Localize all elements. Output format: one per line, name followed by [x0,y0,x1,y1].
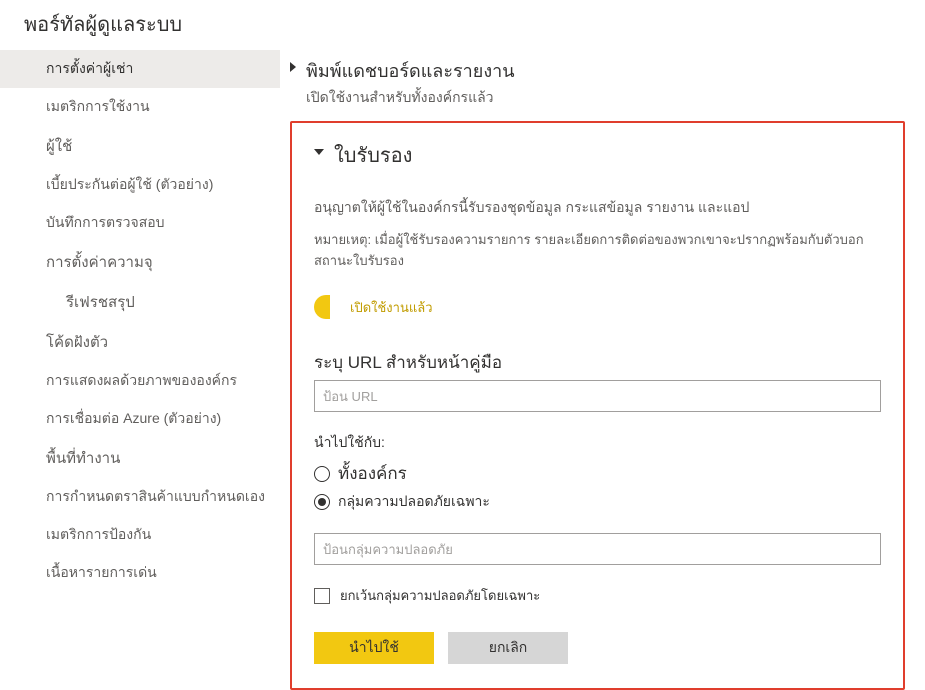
sidebar-item-embed-codes[interactable]: โค้ดฝังตัว [0,322,280,362]
sidebar-item-usage-metrics[interactable]: เมตริกการใช้งาน [0,88,280,126]
sidebar-item-azure-connections[interactable]: การเชื่อมต่อ Azure (ตัวอย่าง) [0,400,280,438]
enabled-toggle[interactable] [314,295,338,319]
exclude-checkbox-label: ยกเว้นกลุ่มความปลอดภัยโดยเฉพาะ [340,585,540,606]
radio-specific-groups-row[interactable]: กลุ่มความปลอดภัยเฉพาะ [314,491,881,513]
certification-panel: ใบรับรอง อนุญาตให้ผู้ใช้ในองค์กรนี้รับรอ… [290,121,905,690]
enabled-toggle-label: เปิดใช้งานแล้ว [350,297,433,318]
section-certification[interactable]: ใบรับรอง [314,123,881,197]
section-title: พิมพ์แดชบอร์ดและรายงาน [306,56,515,85]
sidebar-item-featured-content[interactable]: เนื้อหารายการเด่น [0,554,280,592]
note-label: หมายเหตุ: [314,232,371,247]
url-field-label: ระบุ URL สำหรับหน้าคู่มือ [314,349,881,376]
sidebar-item-protection-metrics[interactable]: เมตริกการป้องกัน [0,516,280,554]
radio-entire-org[interactable] [314,466,330,482]
chevron-down-icon [314,149,324,155]
sidebar-item-org-visuals[interactable]: การแสดงผลด้วยภาพขององค์กร [0,362,280,400]
page-title: พอร์ทัลผู้ดูแลระบบ [0,0,925,50]
radio-specific-groups[interactable] [314,494,330,510]
main-content: พิมพ์แดชบอร์ดและรายงาน เปิดใช้งานสำหรับท… [280,50,925,690]
sidebar-item-premium-per-user[interactable]: เบี้ยประกันต่อผู้ใช้ (ตัวอย่าง) [0,166,280,204]
exclude-checkbox[interactable] [314,588,330,604]
panel-title: ใบรับรอง [334,139,412,171]
security-groups-input[interactable] [314,533,881,565]
apply-to-label: นำไปใช้กับ: [314,432,881,454]
radio-specific-groups-label: กลุ่มความปลอดภัยเฉพาะ [338,491,490,513]
chevron-right-icon [290,62,296,72]
sidebar-item-users[interactable]: ผู้ใช้ [0,126,280,166]
exclude-checkbox-row[interactable]: ยกเว้นกลุ่มความปลอดภัยโดยเฉพาะ [314,585,881,606]
sidebar-item-capacity-settings[interactable]: การตั้งค่าความจุ [0,242,280,282]
apply-button[interactable]: นำไปใช้ [314,632,434,664]
section-subtitle: เปิดใช้งานสำหรับทั้งองค์กรแล้ว [306,87,515,109]
radio-entire-org-label: ทั้งองค์กร [338,460,407,487]
sidebar-item-workspaces[interactable]: พื้นที่ทำงาน [0,438,280,478]
sidebar-item-refresh-summary[interactable]: รีเฟรชสรุป [0,282,280,322]
sidebar-item-custom-branding[interactable]: การกำหนดตราสินค้าแบบกำหนดเอง [0,478,280,516]
url-input[interactable] [314,380,881,412]
sidebar-item-audit-logs[interactable]: บันทึกการตรวจสอบ [0,204,280,242]
sidebar-item-tenant-settings[interactable]: การตั้งค่าผู้เช่า [0,50,280,88]
note-text: เมื่อผู้ใช้รับรองความรายการ รายละเอียดกา… [314,232,864,268]
panel-description: อนุญาตให้ผู้ใช้ในองค์กรนี้รับรองชุดข้อมู… [314,197,881,219]
section-print-dashboards[interactable]: พิมพ์แดชบอร์ดและรายงาน เปิดใช้งานสำหรับท… [290,50,905,121]
sidebar: การตั้งค่าผู้เช่า เมตริกการใช้งาน ผู้ใช้… [0,50,280,690]
radio-entire-org-row[interactable]: ทั้งองค์กร [314,460,881,487]
cancel-button[interactable]: ยกเลิก [448,632,568,664]
panel-note: หมายเหตุ: เมื่อผู้ใช้รับรองความรายการ รา… [314,229,881,271]
